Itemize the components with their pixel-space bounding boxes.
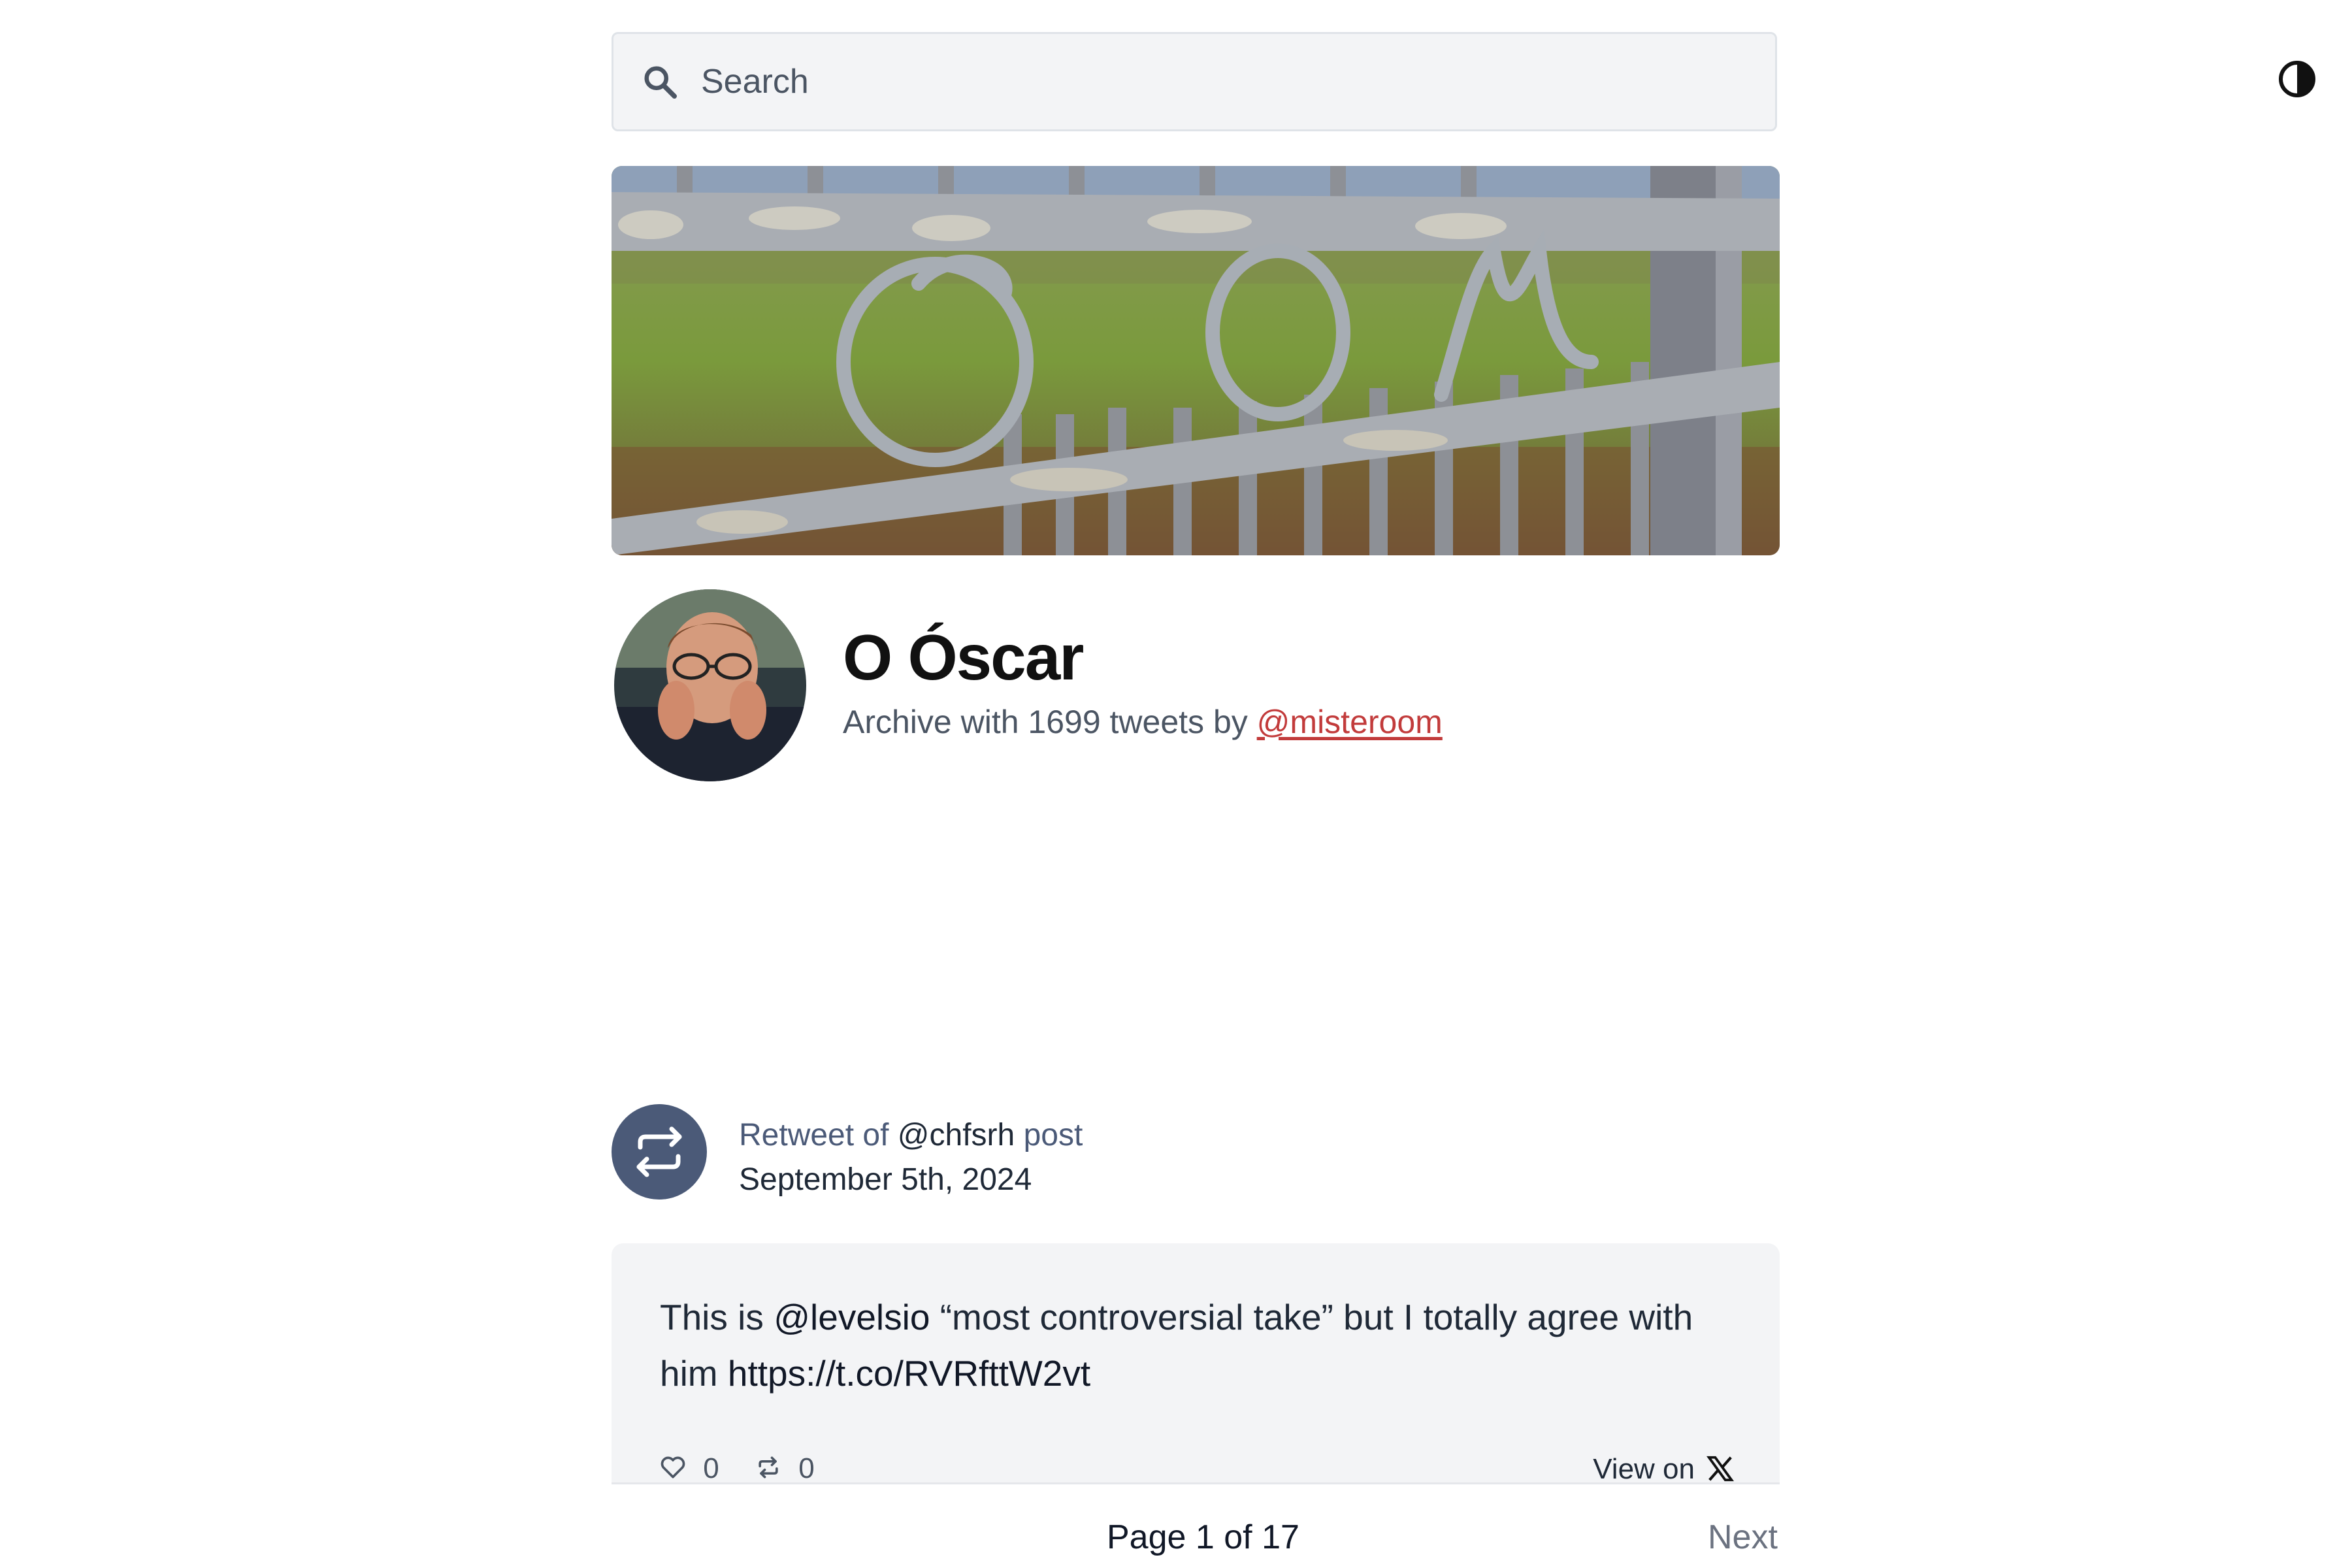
page-indicator: Page 1 of 17 [1107,1518,1299,1556]
tweet-text-part: This is [660,1297,774,1337]
retweet-icon [759,1456,778,1478]
archive-count-text: Archive with 1699 tweets by [843,704,1257,740]
retweet-count-value: 0 [798,1452,815,1483]
view-on-label: View on [1593,1453,1695,1483]
tweet-card: This is @levelsio “most controversial ta… [612,1243,1780,1483]
retweet-prefix: Retweet of [739,1118,898,1152]
profile-banner [612,166,1780,555]
profile-handle-link[interactable]: @misteroom [1257,704,1443,740]
retweet-suffix: post [1015,1118,1083,1152]
view-on-x-link[interactable]: View on [1593,1453,1735,1483]
like-count-value: 0 [703,1452,719,1483]
x-logo-icon [1707,1456,1734,1482]
archive-subtitle: Archive with 1699 tweets by @misteroom [843,703,1443,741]
next-page-link[interactable]: Next [1708,1518,1778,1557]
avatar [614,589,806,781]
contrast-icon[interactable] [2278,59,2317,99]
retweet-icon [636,1126,682,1177]
retweeted-handle[interactable]: @chfsrh [898,1118,1015,1152]
search-icon [644,66,677,99]
like-count: 0 [659,1454,719,1483]
retweet-label: Retweet of @chfsrh post [739,1117,1083,1153]
tweet-date: September 5th, 2024 [739,1162,1032,1197]
search-input[interactable]: Search [701,34,809,129]
retweet-avatar [612,1104,707,1200]
retweet-count: 0 [754,1454,815,1483]
heart-icon [661,1456,685,1478]
profile-name: O Óscar [843,621,1084,693]
tweet-text: This is @levelsio “most controversial ta… [660,1289,1731,1401]
mention-link[interactable]: @levelsio [774,1297,930,1337]
divider [612,1482,1780,1484]
tweet-url-link[interactable]: https://t.co/RVRfttW2vt [728,1353,1090,1394]
search-bar[interactable]: Search [612,32,1777,131]
